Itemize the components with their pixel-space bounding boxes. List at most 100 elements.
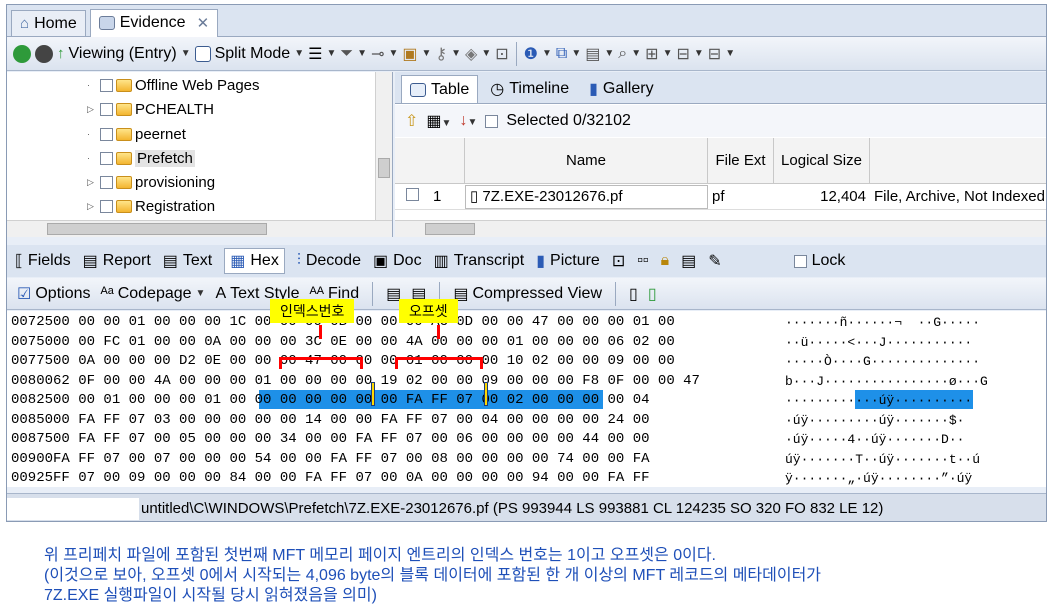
edit-icon[interactable]: ✎	[708, 251, 721, 271]
tree-item-pchealth[interactable]: ▷ PCHEALTH	[87, 98, 214, 120]
tree-item-offline-web-pages[interactable]: · Offline Web Pages	[87, 74, 260, 96]
hex-bytes: 00 00 00 01 00 00 00 1C 00 00 00 0B 00 0…	[53, 314, 675, 330]
tab-hex[interactable]: ▦ Hex	[224, 248, 285, 274]
export-icon[interactable]: ⊡	[495, 44, 508, 64]
console-icon[interactable]: ⊡	[612, 251, 625, 271]
hex-bytes: 00 0A 00 00 00 D2 0E 00 00 00 47 00 00 0…	[53, 353, 675, 369]
row-checkbox-cell[interactable]	[395, 188, 429, 205]
sort-up-icon[interactable]: ⇧	[405, 111, 418, 131]
list-icon[interactable]: ☰ ▼	[308, 44, 336, 64]
codepage-dropdown[interactable]: ᴬᵃ Codepage ▼	[100, 285, 205, 303]
caption-line-3: 7Z.EXE 실행파일이 시작될 당시 읽혀졌음을 의미)	[44, 587, 377, 604]
compressed-view-button[interactable]: ▤ Compressed View	[453, 284, 602, 304]
import-icon[interactable]: ▯	[648, 284, 657, 304]
tab-transcript[interactable]: ▥ Transcript	[434, 251, 525, 271]
column-name[interactable]: Name	[465, 138, 708, 183]
hierarchy-icon[interactable]: ⧉ ▼	[556, 45, 581, 63]
hex-view[interactable]: 0072500 00 00 01 00 00 00 1C 00 00 00 0B…	[7, 311, 1046, 487]
split-mode-dropdown[interactable]: Split Mode ▼	[194, 44, 305, 63]
offset-divider-marker	[484, 382, 488, 406]
tab-text[interactable]: ▤ Text	[163, 251, 212, 271]
hex-offset: 00775	[11, 353, 54, 369]
tab-label: Doc	[393, 252, 422, 269]
column-description[interactable]	[870, 138, 1046, 183]
hex-row[interactable]: 0087500 FA FF 07 00 05 00 00 00 34 00 00…	[11, 429, 650, 450]
lock-toggle[interactable]: Lock	[793, 252, 845, 270]
tag-icon[interactable]: ⊸ ▼	[371, 44, 398, 64]
tree-item-provisioning[interactable]: ▷ provisioning	[87, 171, 215, 193]
tab-table[interactable]: Table	[401, 75, 479, 103]
status-redacted	[7, 497, 139, 520]
tab-decode[interactable]: ⫶ Decode	[297, 252, 361, 270]
tree-item-registration[interactable]: ▷ Registration	[87, 195, 215, 217]
checkbox[interactable]	[100, 127, 113, 141]
column-select[interactable]	[395, 138, 465, 183]
go-up-icon[interactable]: ↑	[57, 45, 65, 62]
hex-row[interactable]: 0075000 00 FC 01 00 00 0A 00 00 00 3C 0E…	[11, 332, 675, 353]
report-icon[interactable]: ⊟ ▼	[708, 44, 735, 64]
script-icon[interactable]: ⊟ ▼	[676, 44, 703, 64]
tab-report[interactable]: ▤ Report	[83, 251, 151, 271]
bindings-icon[interactable]: ▫▫	[637, 252, 648, 270]
tree-item-prefetch[interactable]: · Prefetch	[87, 147, 195, 169]
tree-item-peernet[interactable]: · peernet	[87, 123, 186, 145]
scroll-thumb[interactable]	[378, 158, 390, 178]
hex-row[interactable]: 00900FA FF 07 00 07 00 00 00 54 00 00 FA…	[11, 449, 650, 470]
close-icon[interactable]: ✕	[197, 14, 210, 32]
key-icon[interactable]: ⚷ ▼	[435, 44, 461, 64]
grid-icon[interactable]: ▦▼	[426, 111, 451, 131]
tab-fields[interactable]: ⟦ Fields	[15, 251, 71, 271]
hex-bytes: FA FF 07 00 07 00 00 00 54 00 00 FA FF 0…	[53, 450, 650, 467]
scroll-thumb[interactable]	[425, 223, 475, 235]
options-button[interactable]: ☑ Options	[17, 284, 90, 304]
row-size: 12,404	[820, 188, 866, 205]
list-icon[interactable]: ▤	[681, 251, 696, 271]
scroll-thumb[interactable]	[47, 223, 267, 235]
tab-picture[interactable]: ▮ Picture	[536, 251, 600, 271]
expand-icon[interactable]: ▷	[87, 201, 97, 212]
lock-checkbox[interactable]	[793, 254, 807, 268]
checkbox[interactable]	[100, 175, 113, 189]
filter-icon[interactable]: ⏷ ▼	[340, 45, 367, 63]
eraser-icon[interactable]: ◈ ▼	[465, 44, 491, 64]
tab-doc[interactable]: ▣ Doc	[373, 251, 422, 271]
search-icon[interactable]: ⌕ ▼	[618, 45, 641, 63]
viewing-dropdown[interactable]: Viewing (Entry) ▼	[69, 45, 191, 63]
chevron-down-icon: ▼	[294, 48, 305, 59]
hex-row[interactable]: 0082500 00 01 00 00 00 01 00 00 00 00 00…	[11, 390, 650, 411]
hex-row[interactable]: 0080062 0F 00 00 4A 00 00 00 01 00 00 00…	[11, 371, 700, 392]
checkbox[interactable]	[100, 199, 113, 213]
bookmark-icon[interactable]: ▣ ▼	[402, 44, 431, 64]
detail-tab-bar: ⟦ Fields ▤ Report ▤ Text ▦ Hex ⫶ Decode ▣ Doc …	[7, 245, 1046, 277]
checkbox[interactable]	[100, 151, 113, 165]
select-checkbox[interactable]	[485, 114, 499, 128]
lock-icon[interactable]: 🔒︎	[661, 252, 670, 270]
image-icon[interactable]: ⊞ ▼	[645, 44, 672, 64]
forward-icon[interactable]	[35, 44, 53, 63]
tab-gallery[interactable]: ▮ Gallery	[581, 75, 662, 103]
tab-timeline[interactable]: ◷ Timeline	[482, 75, 577, 103]
sort-az-icon[interactable]: ↓▼	[459, 112, 477, 130]
back-icon[interactable]	[13, 44, 31, 63]
tree-horizontal-scrollbar[interactable]	[7, 220, 392, 237]
split-label: Split Mode	[214, 44, 291, 62]
checkbox[interactable]	[405, 188, 419, 201]
tab-home[interactable]: ⌂ Home	[11, 10, 86, 36]
expand-icon[interactable]: ▷	[87, 104, 97, 115]
checkbox[interactable]	[100, 102, 113, 116]
column-file-ext[interactable]: File Ext	[708, 138, 774, 183]
column-logical-size[interactable]: Logical Size	[774, 138, 870, 183]
caption-line-2: (이것으로 보아, 오프셋 0에서 시작되는 4,096 byte의 블록 데이…	[44, 567, 822, 584]
hex-row[interactable]: 00925FF 07 00 09 00 00 00 84 00 00 FA FF…	[11, 468, 650, 489]
tree-vertical-scrollbar[interactable]	[375, 72, 392, 220]
export-icon[interactable]: ▯	[629, 284, 638, 304]
info-icon[interactable]: ❶ ▼	[524, 44, 552, 64]
columns-icon[interactable]: ▤ ▼	[585, 44, 614, 64]
tree-item-label: Registration	[135, 197, 216, 215]
checkbox[interactable]	[100, 78, 113, 92]
expand-icon[interactable]: ▷	[87, 177, 97, 188]
tab-evidence[interactable]: Evidence ✕	[89, 8, 219, 37]
table-row[interactable]: 1 ▯ 7Z.EXE-23012676.pf pf 12,404 File, A…	[395, 184, 1046, 210]
hex-row[interactable]: 0085000 FA FF 07 03 00 00 00 00 00 14 00…	[11, 410, 650, 431]
table-horizontal-scrollbar[interactable]	[395, 220, 1046, 237]
